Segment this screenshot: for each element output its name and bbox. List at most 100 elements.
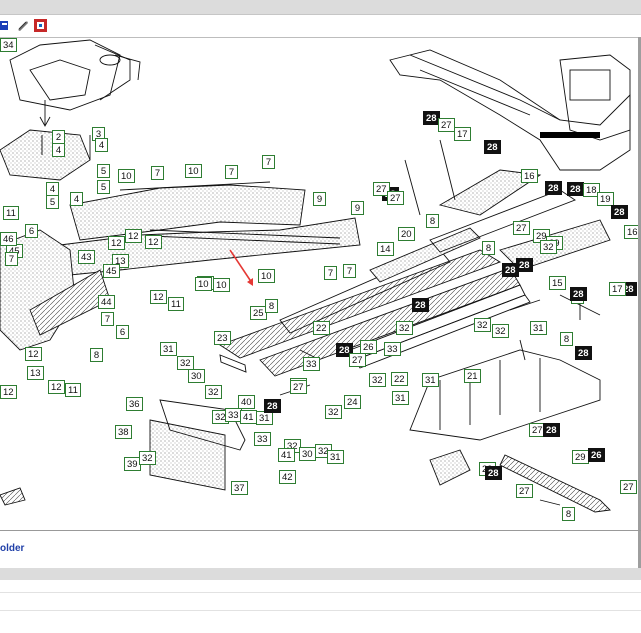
- part-number-label[interactable]: 17: [454, 127, 471, 141]
- part-number-label[interactable]: 7: [225, 165, 238, 179]
- part-number-label[interactable]: 5: [97, 164, 110, 178]
- part-number-label[interactable]: 4: [95, 138, 108, 152]
- part-number-label[interactable]: 28: [545, 181, 562, 195]
- part-number-label[interactable]: 27: [387, 191, 404, 205]
- part-number-label[interactable]: 27: [438, 118, 455, 132]
- part-number-label[interactable]: 27: [349, 353, 366, 367]
- part-number-label[interactable]: 41: [278, 448, 295, 462]
- part-number-label[interactable]: 34: [0, 38, 17, 52]
- part-number-label[interactable]: 28: [575, 346, 592, 360]
- part-number-label[interactable]: 12: [108, 236, 125, 250]
- part-number-label[interactable]: 8: [562, 507, 575, 521]
- part-number-label[interactable]: 2: [52, 130, 65, 144]
- part-number-label[interactable]: 27: [620, 480, 637, 494]
- part-number-label[interactable]: 41: [240, 410, 257, 424]
- part-number-label[interactable]: 7: [151, 166, 164, 180]
- part-number-label[interactable]: 32: [492, 324, 509, 338]
- part-number-label[interactable]: 31: [530, 321, 547, 335]
- part-number-label[interactable]: 9: [351, 201, 364, 215]
- part-number-label[interactable]: 31: [256, 411, 273, 425]
- part-number-label[interactable]: 32: [396, 321, 413, 335]
- part-number-label[interactable]: 28: [516, 258, 533, 272]
- part-number-label[interactable]: 4: [52, 143, 65, 157]
- part-number-label[interactable]: 7: [324, 266, 337, 280]
- part-number-label[interactable]: 30: [299, 447, 316, 461]
- part-number-label[interactable]: 27: [290, 380, 307, 394]
- part-number-label[interactable]: 22: [391, 372, 408, 386]
- part-number-label[interactable]: 5: [46, 195, 59, 209]
- part-number-label[interactable]: 29: [572, 450, 589, 464]
- part-number-label[interactable]: 32: [540, 240, 557, 254]
- part-number-label[interactable]: 6: [116, 325, 129, 339]
- part-number-label[interactable]: 12: [150, 290, 167, 304]
- part-number-label[interactable]: 7: [262, 155, 275, 169]
- part-number-label[interactable]: 8: [482, 241, 495, 255]
- part-number-label[interactable]: 12: [145, 235, 162, 249]
- part-number-label[interactable]: 9: [313, 192, 326, 206]
- part-number-label[interactable]: 7: [343, 264, 356, 278]
- part-number-label[interactable]: 27: [516, 484, 533, 498]
- part-number-label[interactable]: 10: [118, 169, 135, 183]
- part-number-label[interactable]: 12: [48, 380, 65, 394]
- part-number-label[interactable]: 14: [377, 242, 394, 256]
- folder-link[interactable]: older: [0, 543, 24, 554]
- part-number-label[interactable]: 32: [205, 385, 222, 399]
- part-number-label[interactable]: 32: [369, 373, 386, 387]
- part-number-label[interactable]: 37: [231, 481, 248, 495]
- part-number-label[interactable]: 13: [27, 366, 44, 380]
- part-number-label[interactable]: 32: [177, 356, 194, 370]
- part-number-label[interactable]: 26: [360, 340, 377, 354]
- part-number-label[interactable]: 4: [46, 182, 59, 196]
- part-number-label[interactable]: 11: [3, 206, 19, 220]
- part-number-label[interactable]: 28: [485, 466, 502, 480]
- export-icon[interactable]: [34, 19, 47, 32]
- part-number-label[interactable]: 31: [160, 342, 177, 356]
- part-number-label[interactable]: 36: [126, 397, 143, 411]
- part-number-label[interactable]: 26: [588, 448, 605, 462]
- part-number-label[interactable]: 17: [609, 282, 626, 296]
- part-number-label[interactable]: 32: [325, 405, 342, 419]
- part-number-label[interactable]: 33: [254, 432, 271, 446]
- part-number-label[interactable]: 16: [521, 169, 538, 183]
- part-number-label[interactable]: 12: [125, 229, 142, 243]
- part-number-label[interactable]: 10: [258, 269, 275, 283]
- part-number-label[interactable]: 28: [611, 205, 628, 219]
- part-number-label[interactable]: 8: [560, 332, 573, 346]
- part-number-label[interactable]: 32: [474, 318, 491, 332]
- part-number-label[interactable]: 31: [422, 373, 439, 387]
- part-number-label[interactable]: 40: [238, 395, 255, 409]
- part-number-label[interactable]: 5: [97, 180, 110, 194]
- part-number-label[interactable]: 10: [213, 278, 230, 292]
- part-number-label[interactable]: 31: [392, 391, 409, 405]
- part-number-label[interactable]: 43: [78, 250, 95, 264]
- part-number-label[interactable]: 8: [90, 348, 103, 362]
- part-number-label[interactable]: 6: [25, 224, 38, 238]
- part-number-label[interactable]: 33: [303, 357, 320, 371]
- part-number-label[interactable]: 7: [101, 312, 114, 326]
- part-number-label[interactable]: 28: [264, 399, 281, 413]
- part-number-label[interactable]: 28: [412, 298, 429, 312]
- part-number-label[interactable]: 32: [139, 451, 156, 465]
- part-number-label[interactable]: 31: [327, 450, 344, 464]
- part-number-label[interactable]: 28: [484, 140, 501, 154]
- part-number-label[interactable]: 10: [185, 164, 202, 178]
- part-number-label[interactable]: 30: [188, 369, 205, 383]
- part-number-label[interactable]: 8: [265, 299, 278, 313]
- view-icon[interactable]: [0, 19, 13, 32]
- part-number-label[interactable]: 33: [384, 342, 401, 356]
- part-number-label[interactable]: 8: [426, 214, 439, 228]
- part-number-label[interactable]: 28: [567, 182, 584, 196]
- part-number-label[interactable]: 44: [98, 295, 115, 309]
- part-number-label[interactable]: 22: [313, 321, 330, 335]
- part-number-label[interactable]: 12: [0, 385, 17, 399]
- part-number-label[interactable]: 28: [570, 287, 587, 301]
- part-number-label[interactable]: 20: [398, 227, 415, 241]
- part-number-label[interactable]: 19: [597, 192, 614, 206]
- part-number-label[interactable]: 4: [70, 192, 83, 206]
- part-number-label[interactable]: 21: [464, 369, 481, 383]
- part-number-label[interactable]: 10: [195, 277, 212, 291]
- part-number-label[interactable]: 27: [513, 221, 530, 235]
- part-number-label[interactable]: 28: [543, 423, 560, 437]
- part-number-label[interactable]: 23: [214, 331, 231, 345]
- part-number-label[interactable]: 24: [344, 395, 361, 409]
